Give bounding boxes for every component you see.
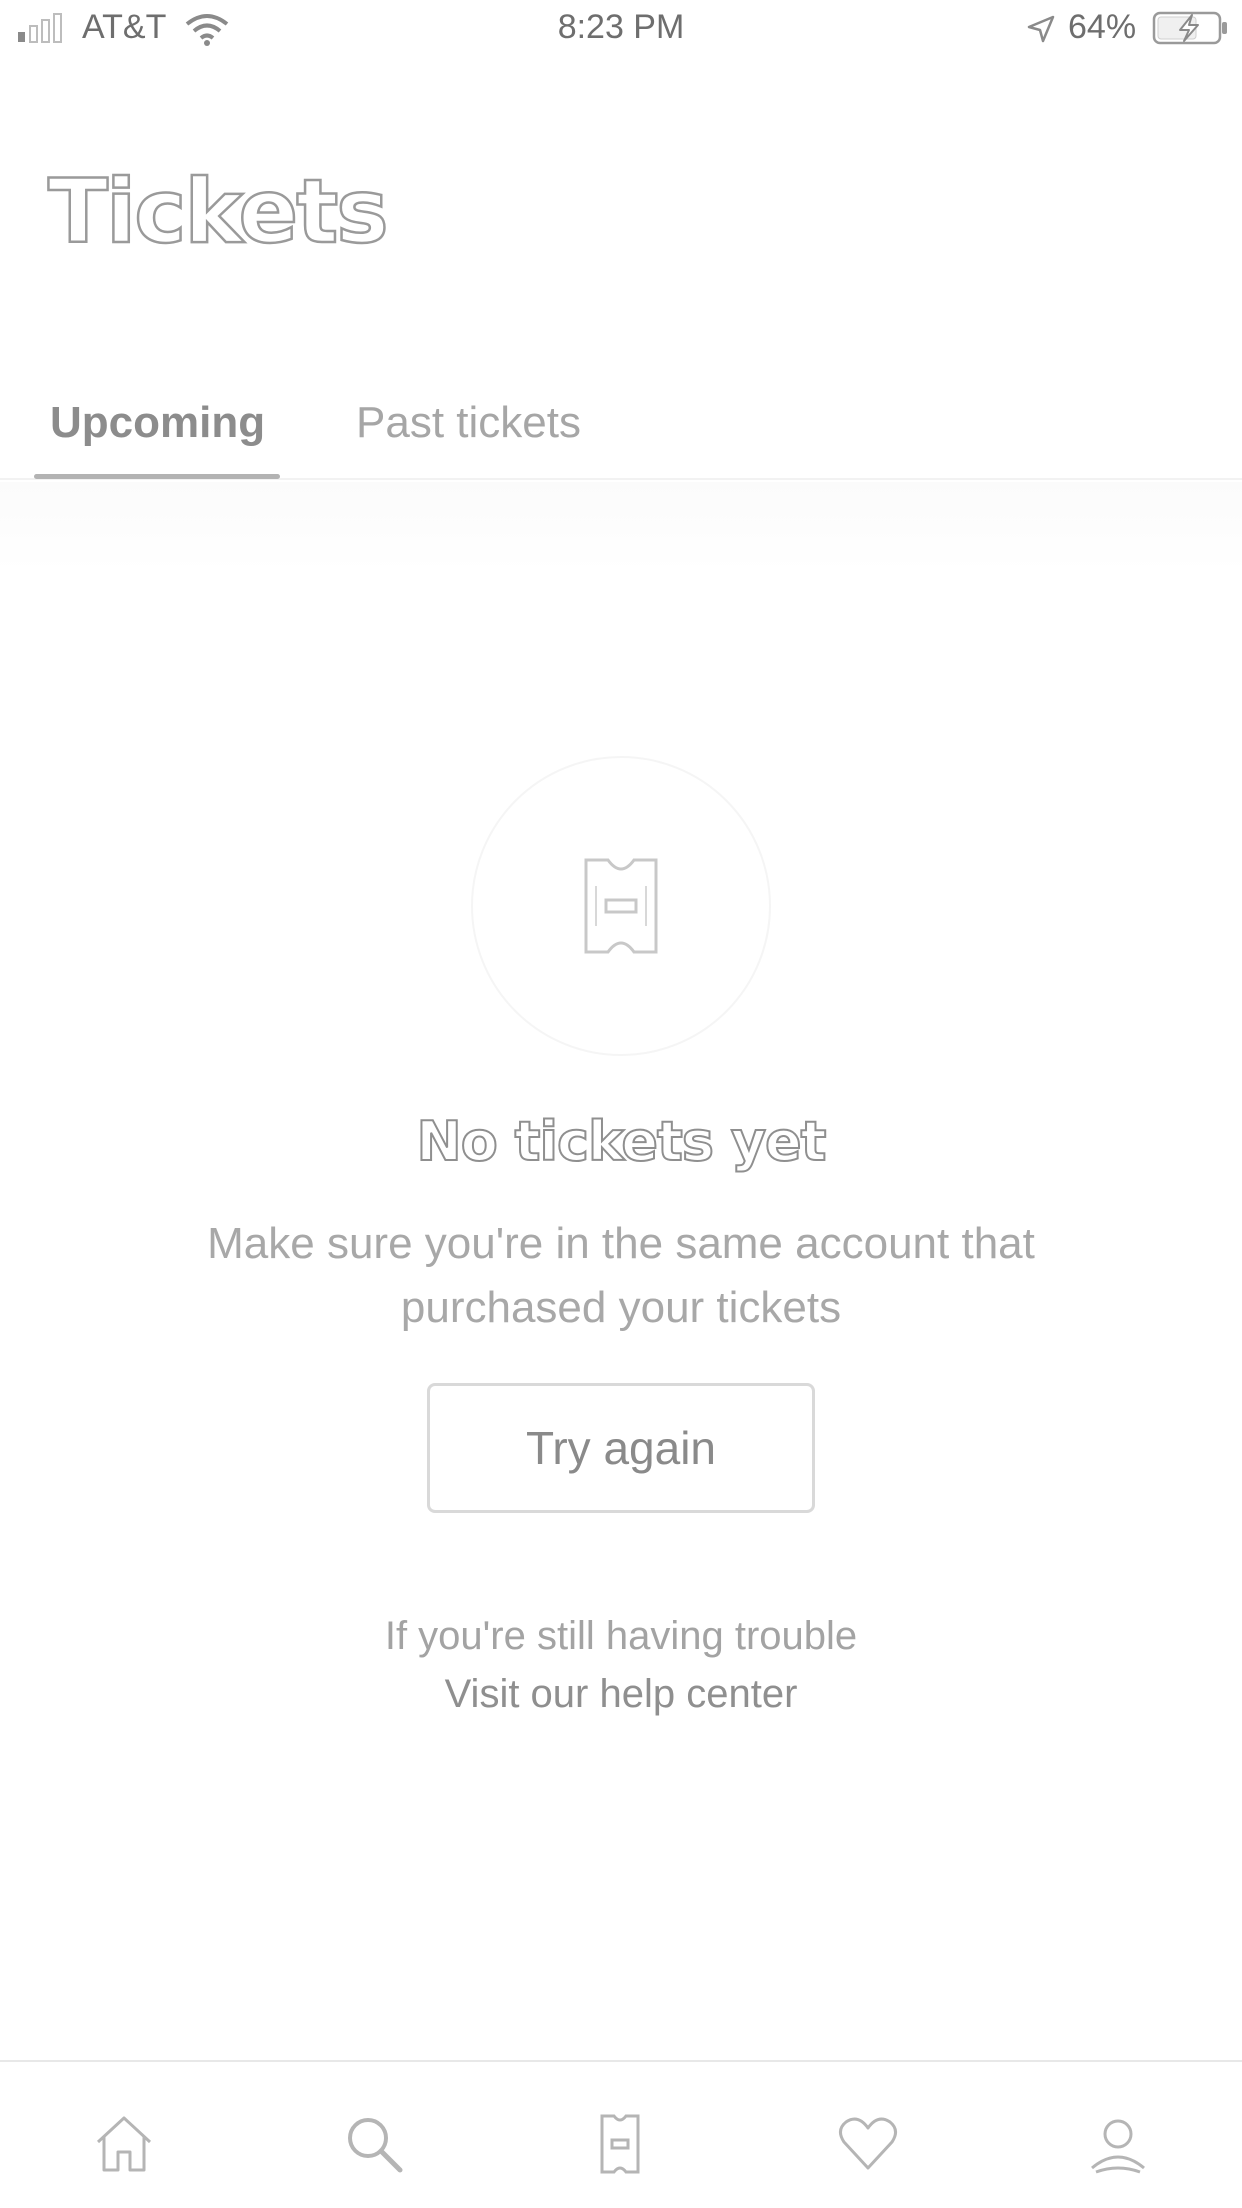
tab-bar: Upcoming Past tickets — [0, 380, 1242, 480]
tickets-screen: AT&T 8:23 PM 64% Tickets Upcoming Past t… — [0, 0, 1242, 2208]
tab-bar-shadow — [0, 482, 1242, 572]
ticket-icon — [600, 2114, 640, 2174]
try-again-button[interactable]: Try again — [427, 1383, 815, 1513]
battery-percent: 64% — [1068, 8, 1137, 46]
ticket-icon — [584, 858, 658, 954]
help-text: If you're still having trouble — [384, 1614, 858, 1658]
battery-charging-icon — [1152, 11, 1227, 45]
tab-selected-indicator — [34, 474, 280, 479]
empty-state-message: Make sure you're in the same account tha… — [207, 1219, 1035, 1332]
help-center-link[interactable]: Visit our help center — [0, 1672, 1242, 1717]
status-bar: AT&T 8:23 PM 64% — [0, 0, 1242, 60]
nav-tickets[interactable] — [588, 2112, 652, 2176]
nav-home[interactable] — [92, 2112, 156, 2176]
page-title: Tickets — [47, 159, 390, 265]
home-icon — [96, 2116, 152, 2172]
empty-state-title: No tickets yet — [416, 1109, 828, 1174]
nav-likes[interactable] — [836, 2112, 900, 2176]
nav-search[interactable] — [342, 2112, 406, 2176]
heart-icon — [839, 2117, 897, 2170]
search-icon — [348, 2118, 403, 2173]
bottom-nav — [0, 2060, 1242, 2208]
profile-icon — [1091, 2119, 1145, 2174]
nav-profile[interactable] — [1086, 2112, 1150, 2176]
tab-past-tickets[interactable]: Past tickets — [356, 398, 581, 448]
location-arrow-icon — [1027, 15, 1055, 43]
tab-upcoming[interactable]: Upcoming — [50, 398, 265, 448]
